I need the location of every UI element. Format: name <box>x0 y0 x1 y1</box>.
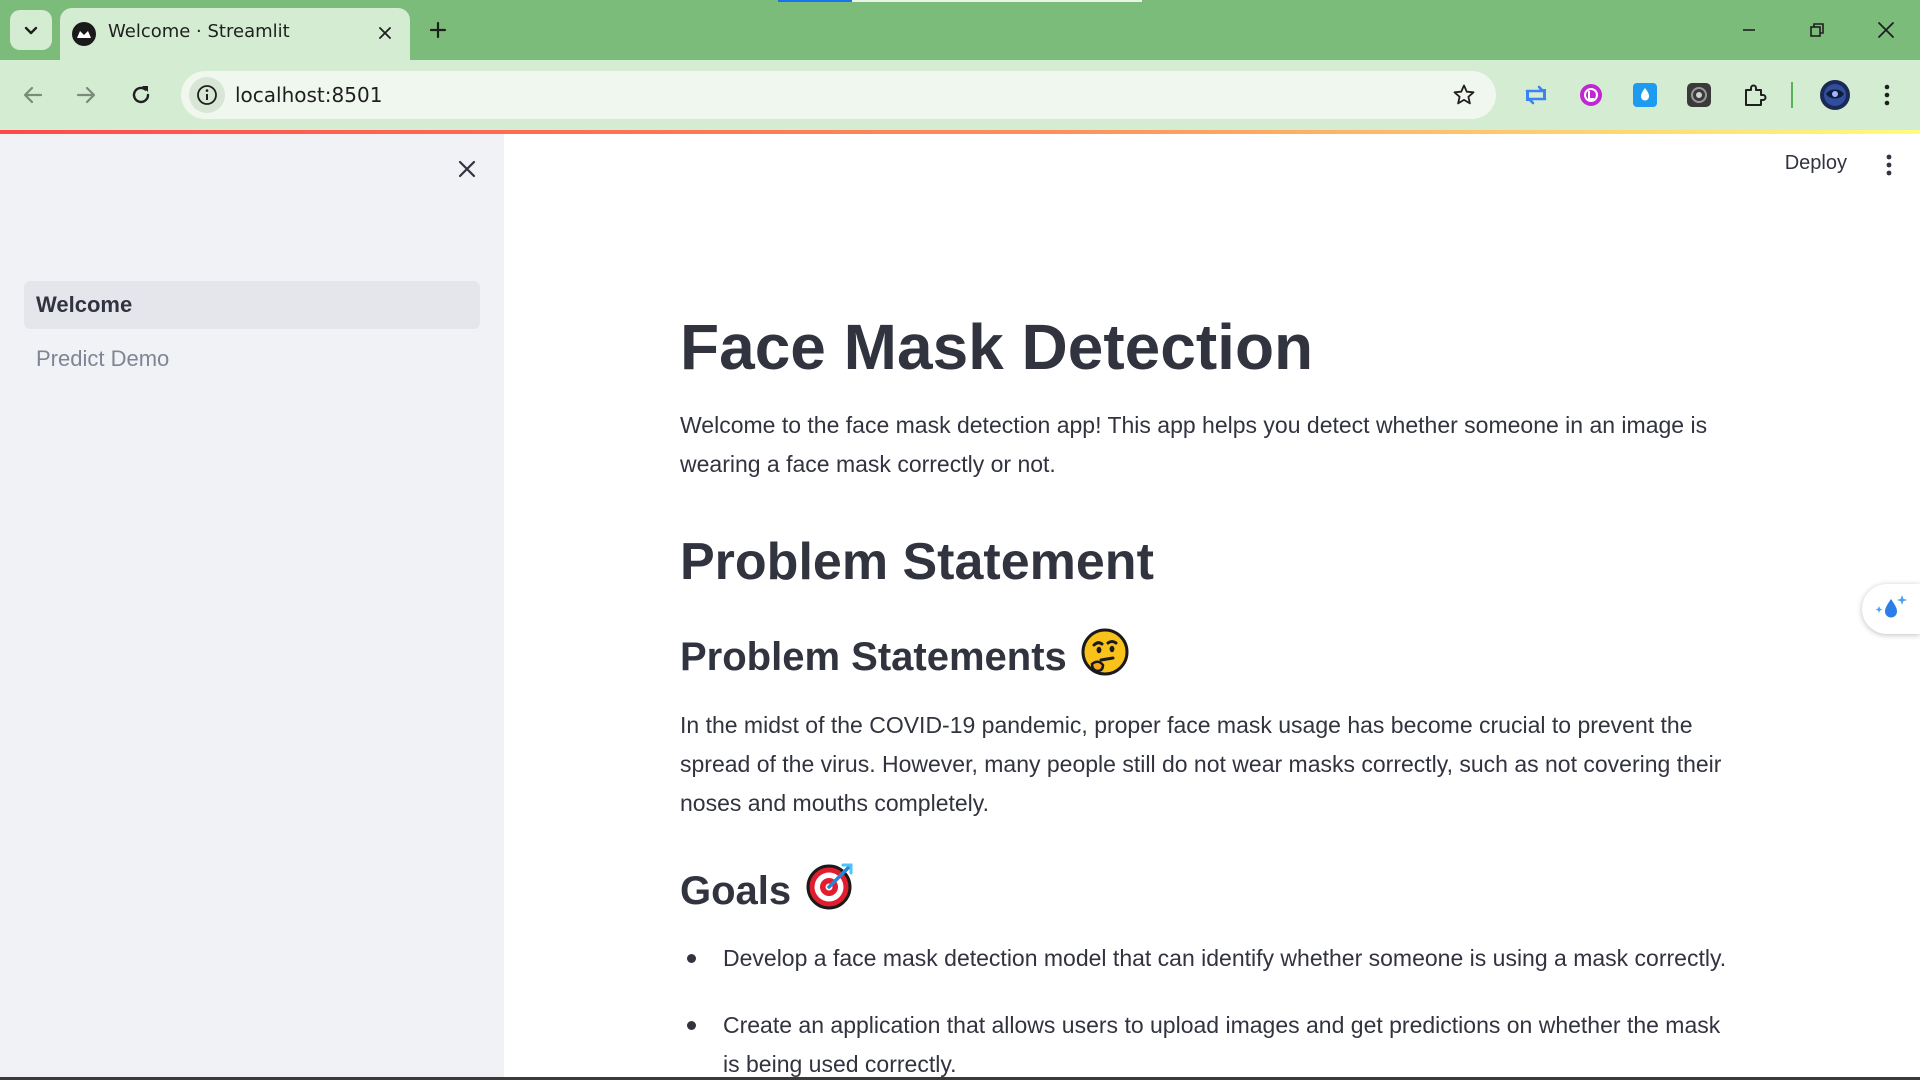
new-tab-button[interactable] <box>422 14 454 46</box>
streamlit-favicon-icon <box>72 22 96 46</box>
sidebar-item-label: Welcome <box>36 292 133 317</box>
water-drop-extension-icon <box>1633 83 1657 107</box>
browser-tabstrip: Welcome · Streamlit <box>0 0 1920 60</box>
section-title: Problem Statement <box>680 533 1154 591</box>
browser-tab-active[interactable]: Welcome · Streamlit <box>60 8 410 60</box>
extension-icon <box>1745 84 1767 106</box>
minimize-button[interactable] <box>1726 12 1772 48</box>
profile-icon <box>1820 80 1850 110</box>
extension-drop-button[interactable] <box>1629 79 1661 111</box>
minimize-icon <box>1743 29 1755 31</box>
window-close-button[interactable] <box>1863 12 1909 48</box>
extension-camera-button[interactable] <box>1683 79 1715 111</box>
reload-button[interactable] <box>121 75 161 115</box>
sidebar-collapse-button[interactable] <box>451 153 483 185</box>
sync-extension-icon <box>1525 85 1547 105</box>
forward-arrow-icon <box>76 86 96 104</box>
close-icon <box>379 27 391 39</box>
site-info-button[interactable] <box>189 77 225 113</box>
extension-sync-button[interactable] <box>1520 79 1552 111</box>
water-drop-icon <box>1875 595 1907 618</box>
address-bar[interactable]: localhost:8501 <box>181 71 1496 119</box>
page-title: Face Mask Detection <box>680 311 1314 383</box>
goals-heading-text: Goals <box>680 868 792 913</box>
close-icon <box>458 160 476 178</box>
purple-extension-icon <box>1580 84 1602 106</box>
browser-menu-button[interactable] <box>1871 79 1903 111</box>
goal-text: Develop a face mask detection model that… <box>723 945 1727 971</box>
plus-icon <box>429 21 447 39</box>
info-icon <box>197 85 217 105</box>
thinking-face-icon <box>1081 628 1129 686</box>
restore-icon <box>1810 23 1824 37</box>
list-item: Develop a face mask detection model that… <box>680 939 1736 978</box>
url-text: localhost:8501 <box>235 83 383 107</box>
tab-close-button[interactable] <box>374 22 396 44</box>
star-icon <box>1453 84 1475 105</box>
restore-button[interactable] <box>1794 12 1840 48</box>
bookmark-button[interactable] <box>1448 79 1480 111</box>
goal-text: Create an application that allows users … <box>723 1012 1721 1077</box>
extension-purple-button[interactable] <box>1575 79 1607 111</box>
tab-title: Welcome · Streamlit <box>108 21 290 42</box>
camera-extension-icon <box>1687 83 1711 107</box>
chevron-down-icon <box>24 26 38 35</box>
list-item: Create an application that allows users … <box>680 1006 1736 1084</box>
toolbar-separator <box>1791 82 1793 108</box>
goals-heading: Goals <box>680 861 855 921</box>
sidebar-item-label: Predict Demo <box>36 346 170 371</box>
extensions-menu-button[interactable] <box>1738 79 1770 111</box>
browser-toolbar: localhost:8501 <box>0 60 1920 130</box>
kebab-menu-icon <box>1886 154 1892 176</box>
tab-search-button[interactable] <box>10 10 52 50</box>
main-menu-button[interactable] <box>1874 150 1904 180</box>
tab-loading-indicator <box>778 0 852 2</box>
back-arrow-icon <box>23 86 43 104</box>
goals-list: Develop a face mask detection model that… <box>680 939 1736 1084</box>
direct-hit-icon <box>805 861 855 921</box>
sidebar: Welcome Predict Demo <box>0 134 504 1080</box>
intro-text: Welcome to the face mask detection app! … <box>680 412 1708 477</box>
sidebar-item-welcome[interactable]: Welcome <box>24 281 480 329</box>
kebab-menu-icon <box>1884 84 1890 106</box>
profile-button[interactable] <box>1817 77 1853 113</box>
problem-heading-text: Problem Statements <box>680 634 1067 679</box>
floating-assistant-button[interactable] <box>1862 584 1920 634</box>
problem-text: In the midst of the COVID-19 pandemic, p… <box>680 712 1722 816</box>
problem-heading: Problem Statements <box>680 628 1129 686</box>
close-icon <box>1878 22 1894 38</box>
sidebar-item-predict-demo[interactable]: Predict Demo <box>24 335 480 383</box>
bullet-dot <box>687 954 696 963</box>
bullet-dot <box>687 1021 696 1030</box>
back-button[interactable] <box>13 75 53 115</box>
tab-loading-track <box>852 0 1142 2</box>
main-content-area: Deploy Face Mask Detection Welcome to th… <box>504 134 1920 1080</box>
deploy-button[interactable]: Deploy <box>1785 152 1847 175</box>
forward-button[interactable] <box>66 75 106 115</box>
reload-icon <box>132 86 150 104</box>
